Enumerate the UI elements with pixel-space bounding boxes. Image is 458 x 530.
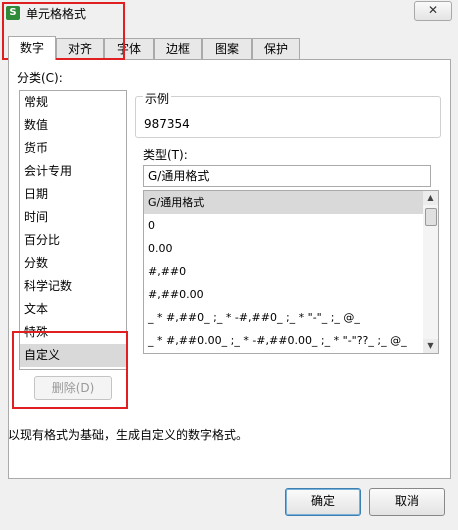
window-title: 单元格格式 [26,7,87,21]
list-item[interactable]: 会计专用 [20,160,126,183]
example-group: 987354 [135,96,441,138]
list-item[interactable]: 数值 [20,114,126,137]
title-bar: S 单元格格式 ✕ [0,0,458,26]
list-item-selected[interactable]: G/通用格式 [144,191,424,214]
list-item[interactable]: 货币 [20,137,126,160]
scroll-up-icon[interactable]: ▲ [423,191,438,205]
scroll-thumb[interactable] [425,208,437,226]
example-label: 示例 [143,90,172,107]
tab-font[interactable]: 字体 [104,38,154,59]
list-item[interactable]: 文本 [20,298,126,321]
tab-protection[interactable]: 保护 [252,38,300,59]
tab-pattern[interactable]: 图案 [202,38,252,59]
close-icon: ✕ [427,3,439,17]
category-label: 分类(C): [17,71,63,85]
type-list-scrollbar[interactable]: ▲ ▼ [423,190,439,354]
type-label: 类型(T): [143,148,188,162]
type-list[interactable]: G/通用格式 0 0.00 #,##0 #,##0.00 _ * #,##0_ … [143,190,425,354]
list-item[interactable]: _ * #,##0.00_ ;_ * -#,##0.00_ ;_ * "-"??… [144,329,424,352]
list-item[interactable]: 0.00 [144,237,424,260]
list-item-selected[interactable]: 自定义 [20,344,126,367]
list-item[interactable]: 时间 [20,206,126,229]
list-item[interactable]: 特殊 [20,321,126,344]
list-item[interactable]: 常规 [20,91,126,114]
cancel-button[interactable]: 取消 [369,488,445,516]
ok-button[interactable]: 确定 [285,488,361,516]
tab-number[interactable]: 数字 [8,36,56,60]
list-item[interactable]: 科学记数 [20,275,126,298]
delete-button[interactable]: 删除(D) [34,376,112,400]
tab-alignment[interactable]: 对齐 [56,38,104,59]
list-item[interactable]: _ * #,##0_ ;_ * -#,##0_ ;_ * "-"_ ;_ @_ [144,306,424,329]
category-list[interactable]: 常规 数值 货币 会计专用 日期 时间 百分比 分数 科学记数 文本 特殊 自定… [19,90,127,370]
list-item[interactable]: #,##0 [144,260,424,283]
close-button[interactable]: ✕ [414,1,452,21]
list-item[interactable]: 日期 [20,183,126,206]
list-item[interactable]: 分数 [20,252,126,275]
tab-border[interactable]: 边框 [154,38,202,59]
list-item[interactable]: #,##0.00 [144,283,424,306]
app-icon: S [6,6,20,20]
scroll-down-icon[interactable]: ▼ [423,339,438,353]
description-text: 以现有格式为基础，生成自定义的数字格式。 [8,428,249,442]
example-value: 987354 [144,117,190,131]
type-input[interactable]: G/通用格式 [143,165,431,187]
list-item[interactable]: 百分比 [20,229,126,252]
list-item[interactable]: 0 [144,214,424,237]
number-tab-panel: 分类(C): 常规 数值 货币 会计专用 日期 时间 百分比 分数 科学记数 文… [8,59,451,479]
